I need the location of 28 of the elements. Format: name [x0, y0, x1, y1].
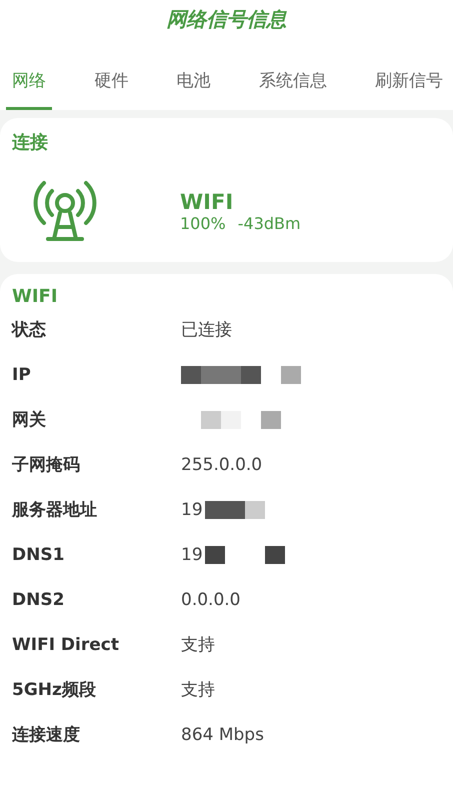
page-title: 网络信号信息: [166, 6, 288, 33]
section-heading: 连接: [12, 131, 49, 154]
signal-dbm: -43dBm: [238, 214, 301, 232]
field-value: 864 Mbps: [181, 724, 264, 744]
tab[interactable]: 刷新信号: [369, 68, 449, 110]
field-label: DNS1: [12, 544, 66, 564]
signal-percent: 100%: [180, 214, 226, 232]
field-label: DNS2: [12, 590, 66, 610]
field-label: 子网掩码: [12, 454, 81, 476]
field-value: 支持: [181, 679, 215, 701]
section-heading: WIFI: [12, 286, 59, 307]
field-label: 服务器地址: [12, 499, 98, 521]
field-label: WIFI Direct: [12, 634, 120, 654]
tab[interactable]: 电池: [170, 68, 216, 110]
field-value: 19: [181, 500, 203, 520]
field-value: 已连接: [181, 319, 232, 341]
field-label: 状态: [12, 319, 47, 341]
field-value: 0.0.0.0: [181, 590, 240, 610]
tab[interactable]: 硬件: [88, 68, 134, 110]
field-value: 19: [181, 544, 203, 564]
field-label: 5GHz频段: [12, 679, 97, 701]
field-label: 连接速度: [12, 724, 81, 746]
connection-type: WIFI: [180, 190, 234, 214]
field-value: 255.0.0.0: [181, 454, 262, 474]
tab[interactable]: 系统信息: [252, 68, 333, 110]
field-label: 网关: [12, 409, 47, 431]
field-label: IP: [12, 364, 32, 384]
field-value: 支持: [181, 634, 215, 656]
